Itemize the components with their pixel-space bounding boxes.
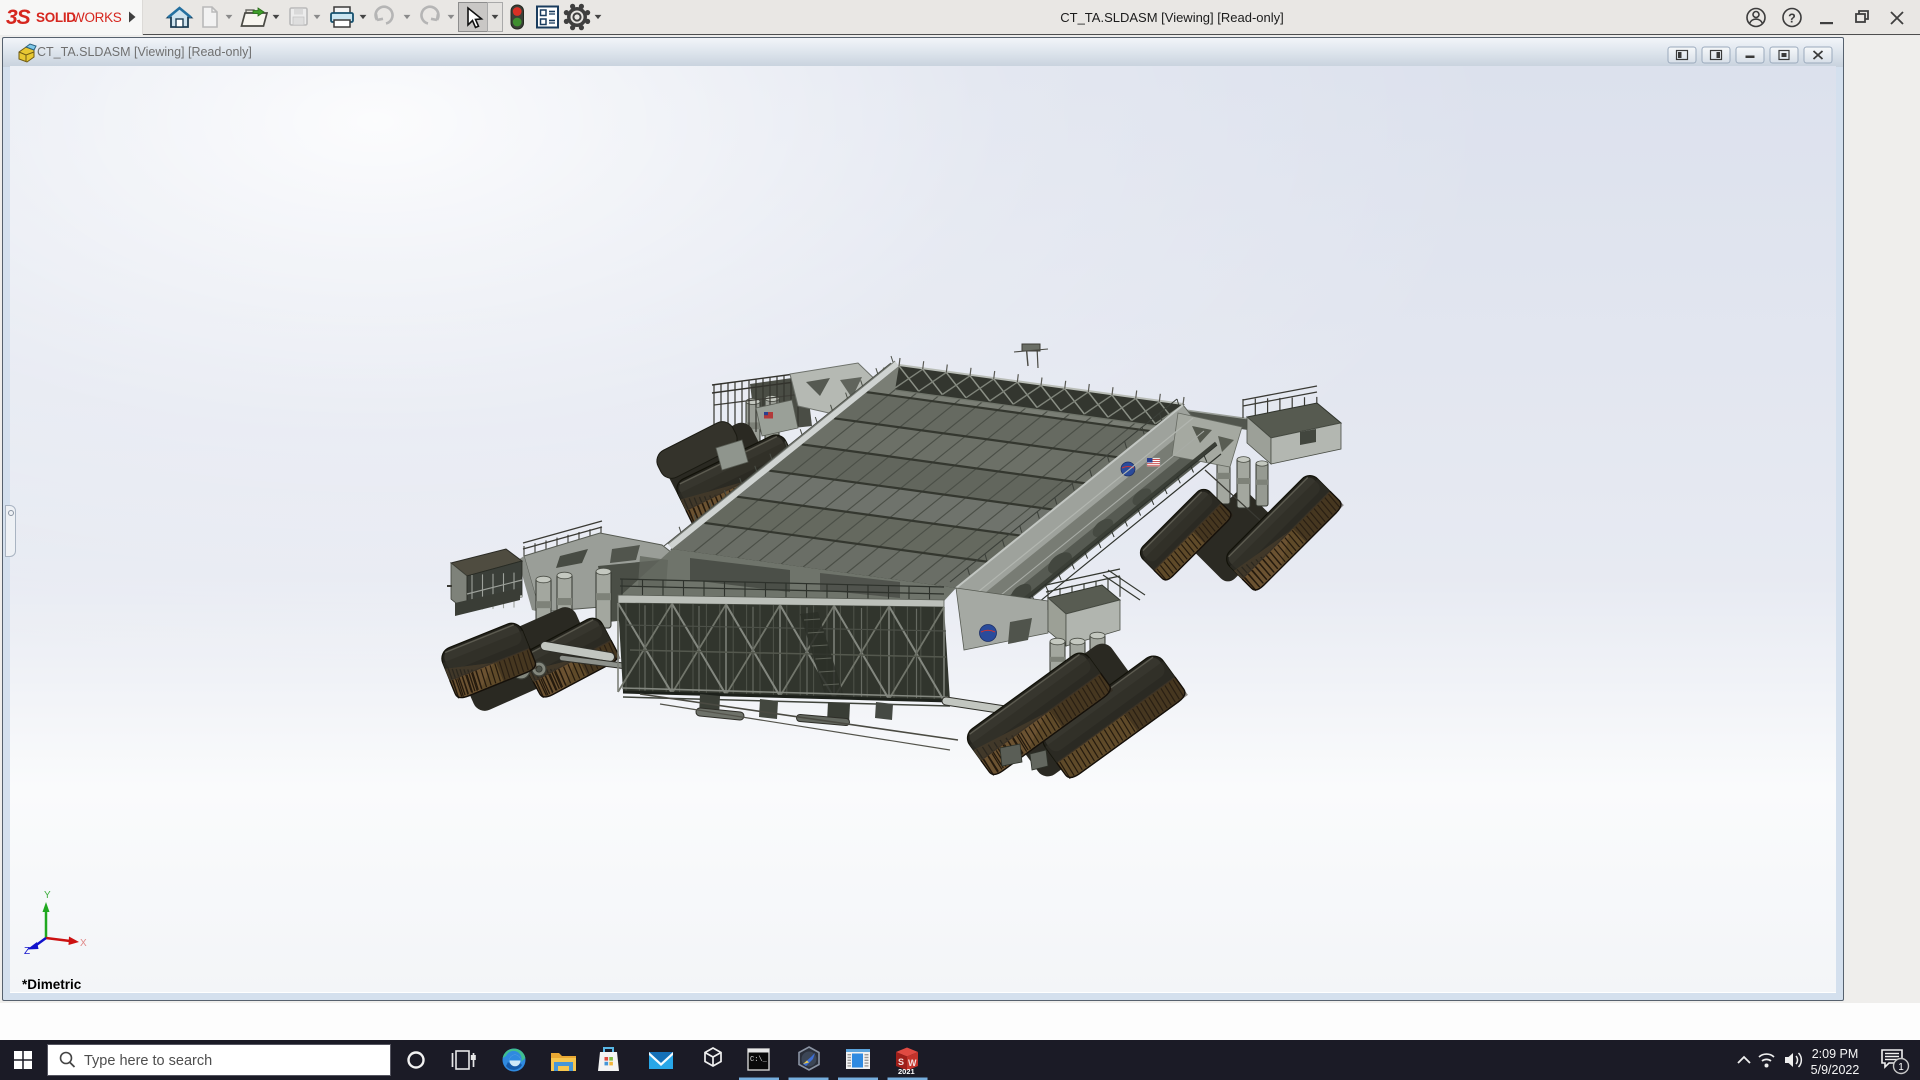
svg-text:X: X [80,938,87,949]
svg-text:C:\_: C:\_ [750,1056,768,1064]
svg-text:S: S [898,1057,904,1067]
svg-text:2:09 PM: 2:09 PM [1812,1047,1859,1061]
svg-text:1: 1 [1898,1062,1904,1073]
svg-text:Type here to search: Type here to search [84,1053,212,1069]
svg-text:SOLID: SOLID [36,10,76,25]
svg-text:?: ? [1788,12,1796,26]
svg-text:5/9/2022: 5/9/2022 [1811,1063,1860,1077]
svg-text:Y: Y [44,890,51,901]
svg-text:Z: Z [24,946,30,957]
svg-text:2021: 2021 [898,1067,915,1076]
svg-text:*Dimetric: *Dimetric [22,977,82,992]
svg-text:3S: 3S [6,6,31,29]
svg-text:WORKS: WORKS [72,10,122,25]
